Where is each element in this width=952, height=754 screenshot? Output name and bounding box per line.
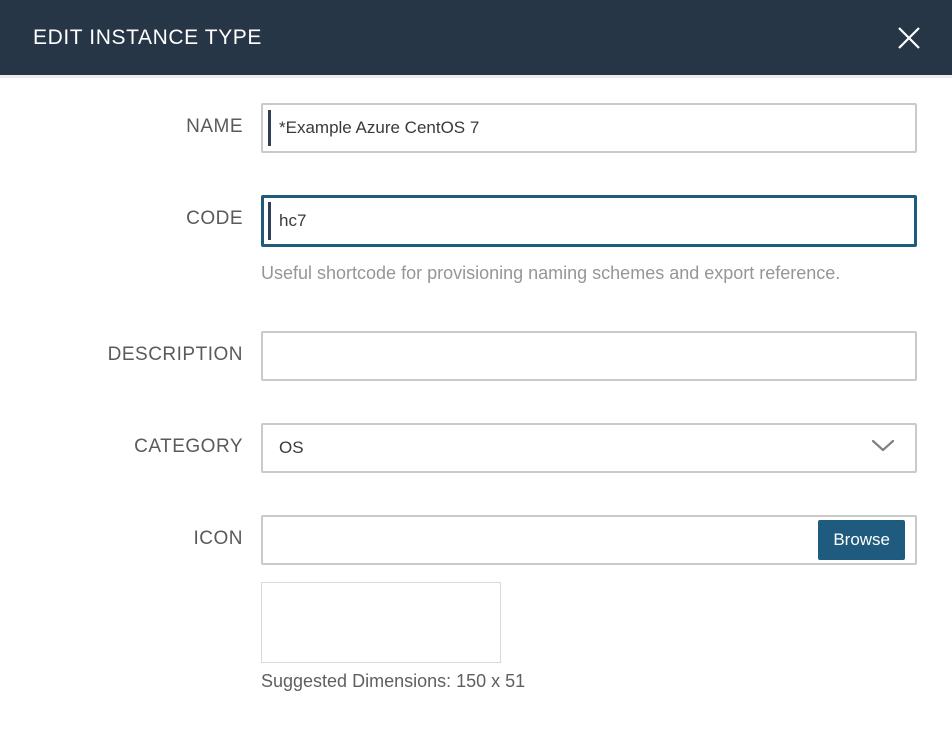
code-help-text: Useful shortcode for provisioning naming… [261,258,893,289]
modal-title: EDIT INSTANCE TYPE [33,26,262,50]
edit-instance-type-form: NAME CODE Useful shortcode for provision… [0,78,952,692]
category-select[interactable]: OS [261,423,917,473]
name-input[interactable] [261,103,917,153]
category-selected-value: OS [279,438,304,458]
description-label: DESCRIPTION [0,331,243,366]
name-label: NAME [0,103,243,138]
code-row: CODE Useful shortcode for provisioning n… [0,195,952,289]
category-row: CATEGORY OS [0,423,952,473]
modal-header: EDIT INSTANCE TYPE [0,0,952,78]
description-row: DESCRIPTION [0,331,952,381]
icon-preview-box [261,582,501,663]
code-label: CODE [0,195,243,230]
icon-row: ICON Browse Suggested Dimensions: 150 x … [0,515,952,692]
category-label: CATEGORY [0,423,243,458]
icon-label: ICON [0,515,243,550]
description-input[interactable] [261,331,917,381]
chevron-down-icon [871,439,895,458]
browse-button[interactable]: Browse [818,520,905,560]
close-icon [896,25,922,51]
name-row: NAME [0,103,952,153]
code-input[interactable] [261,195,917,247]
close-button[interactable] [892,21,926,55]
suggested-dimensions-text: Suggested Dimensions: 150 x 51 [261,671,917,692]
